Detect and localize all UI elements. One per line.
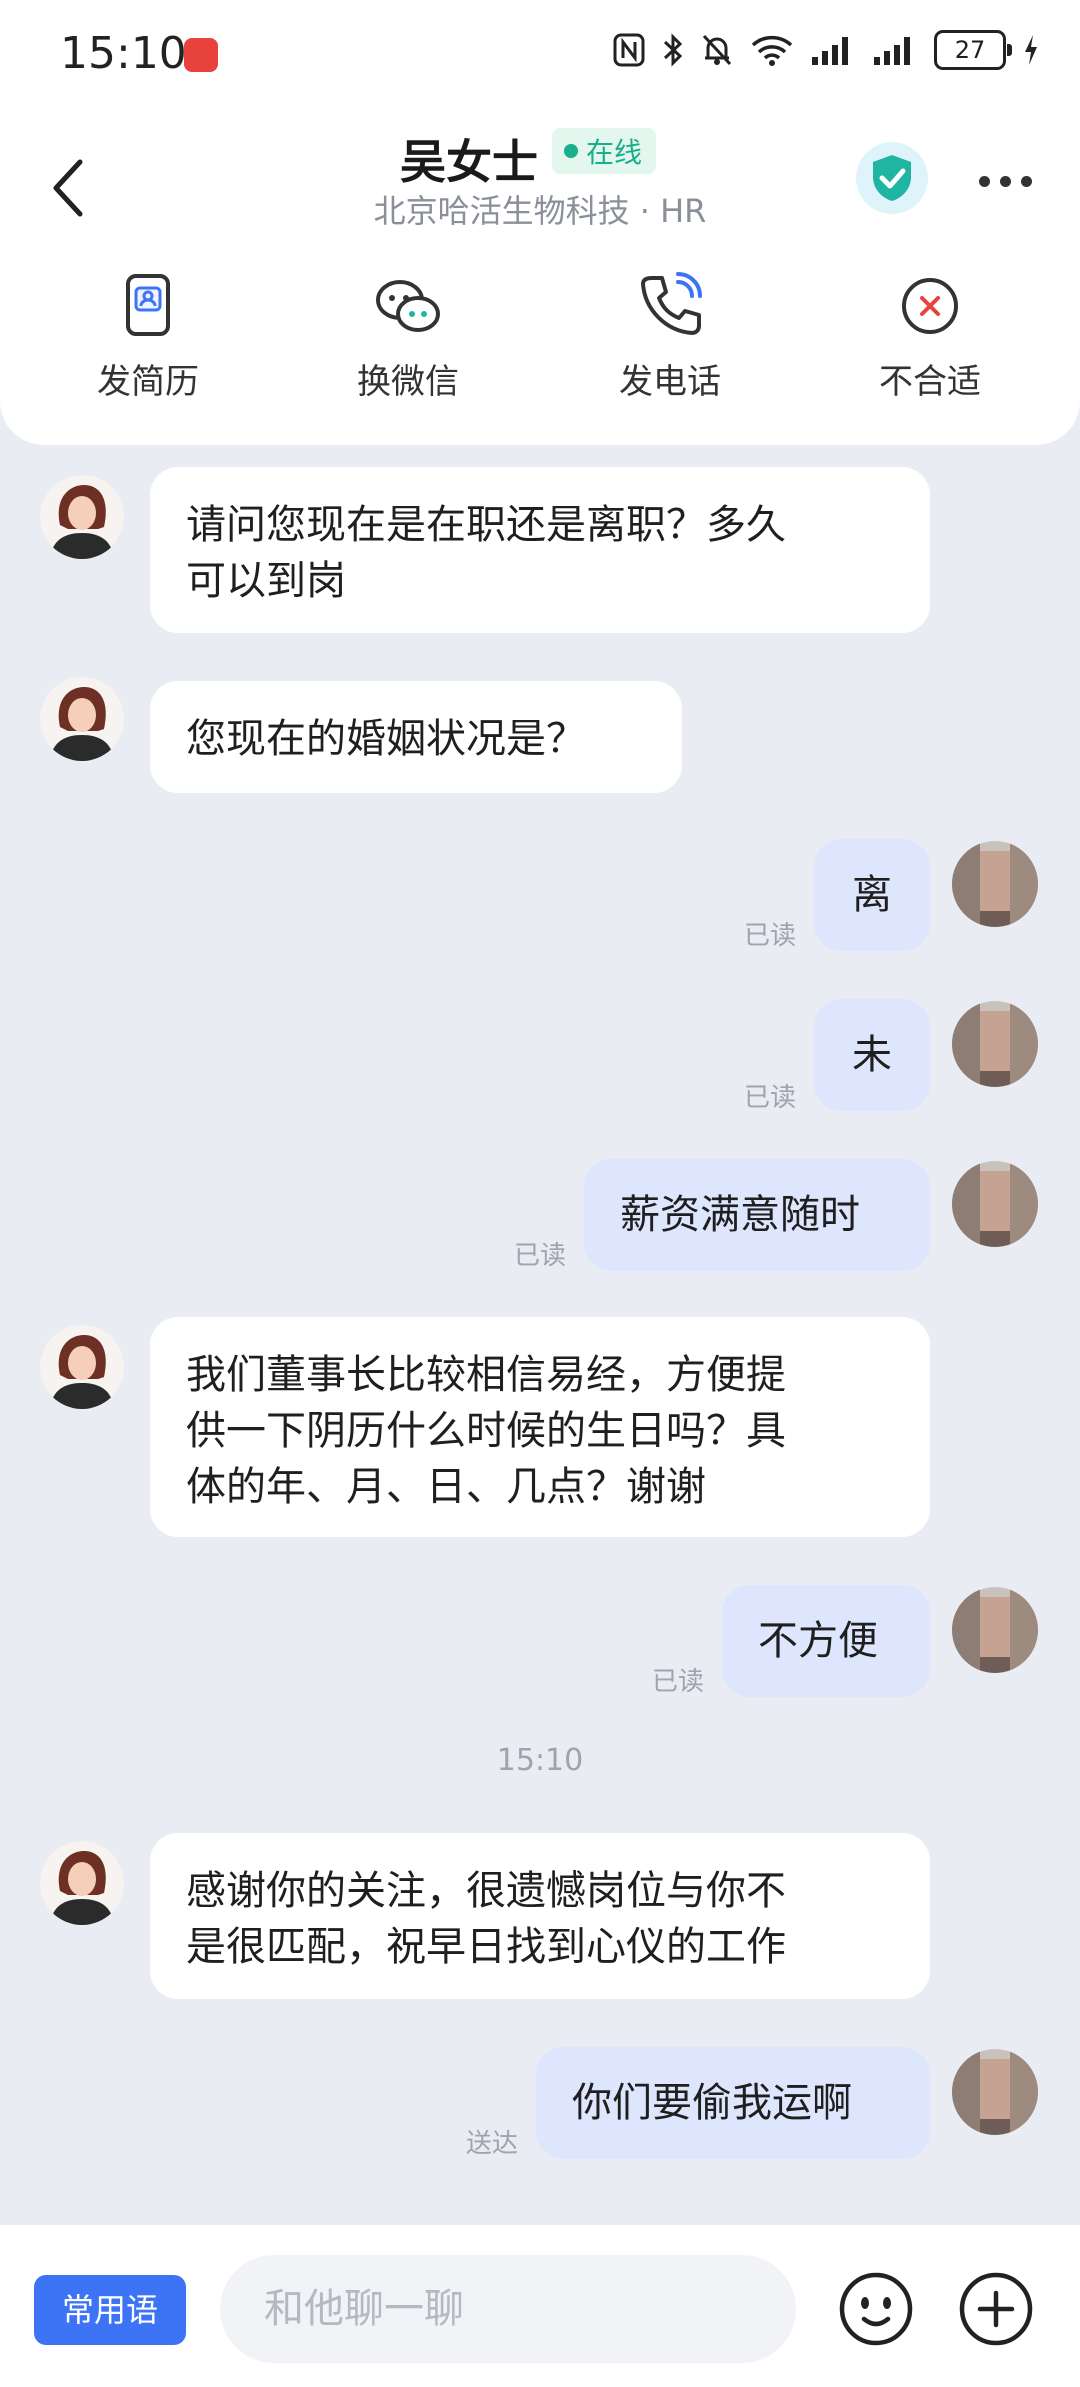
quick-actions: 发简历 换微信 发电话 不合适 <box>0 270 1080 420</box>
hr-message-bubble[interactable]: 我们董事长比较相信易经，方便提 供一下阴历什么时候的生日吗？具 体的年、月、日、… <box>150 1317 930 1537</box>
more-dot <box>999 175 1011 187</box>
hr-avatar[interactable] <box>40 677 124 761</box>
hr-avatar[interactable] <box>40 475 124 559</box>
my-message-bubble[interactable]: 不方便 <box>722 1585 930 1697</box>
wifi-icon <box>751 35 793 66</box>
more-dot <box>1020 175 1032 187</box>
status-time: 15:10 <box>60 28 187 79</box>
message-line: 您现在的婚姻状况是？ <box>186 716 586 762</box>
chat-header: 吴女士 在线 北京哈活生物科技 · HR 发简历 换微信 发电话 不合适 <box>0 100 1080 445</box>
my-message-bubble[interactable]: 你们要偷我运啊 <box>536 2047 930 2159</box>
nfc-icon <box>613 33 645 67</box>
mute-bell-icon <box>702 34 732 66</box>
signal-icon-1 <box>812 37 848 65</box>
phone-icon <box>641 272 702 335</box>
chat-messages: 请问您现在是在职还是离职？多久 可以到岗 您现在的婚姻状况是？ 已读 离 已读 … <box>0 445 1080 2225</box>
delivered-receipt: 送达 <box>466 2129 519 2159</box>
more-dot <box>978 175 990 187</box>
contact-name: 吴女士 <box>400 135 538 189</box>
message-line: 可以到岗 <box>186 558 346 604</box>
pixelated-avatar-icon <box>952 1161 1038 1247</box>
emoji-icon <box>839 2272 913 2346</box>
hr-message-bubble[interactable]: 请问您现在是在职还是离职？多久 可以到岗 <box>150 467 930 633</box>
online-label: 在线 <box>586 136 643 169</box>
signal-icon-2 <box>874 37 910 65</box>
message-line: 请问您现在是在职还是离职？多久 <box>186 502 786 548</box>
message-timestamp: 15:10 <box>496 1743 584 1778</box>
shield-check-icon <box>873 155 911 201</box>
wechat-icon <box>376 280 440 332</box>
send-phone-action[interactable]: 发电话 <box>580 270 760 420</box>
my-avatar[interactable] <box>952 1001 1038 1087</box>
resume-icon <box>126 274 170 336</box>
emoji-button[interactable] <box>836 2269 916 2349</box>
hr-avatar[interactable] <box>40 1841 124 1925</box>
my-message-bubble[interactable]: 薪资满意随时 <box>584 1159 930 1271</box>
my-avatar[interactable] <box>952 2049 1038 2135</box>
message-line: 我们董事长比较相信易经，方便提 <box>186 1352 786 1398</box>
my-message-bubble[interactable]: 未 <box>814 999 930 1111</box>
security-shield-button[interactable] <box>856 142 928 214</box>
pixelated-avatar-icon <box>952 1587 1038 1673</box>
hr-message-bubble[interactable]: 您现在的婚姻状况是？ <box>150 681 682 793</box>
action-label: 发简历 <box>97 362 199 402</box>
message-line: 体的年、月、日、几点？谢谢 <box>186 1464 706 1510</box>
send-resume-action[interactable]: 发简历 <box>58 270 238 420</box>
read-receipt: 已读 <box>514 1241 567 1271</box>
exchange-wechat-action[interactable]: 换微信 <box>318 270 498 420</box>
more-attach-button[interactable] <box>956 2269 1036 2349</box>
woman-avatar-icon <box>40 677 124 761</box>
plus-icon <box>959 2272 1033 2346</box>
charging-icon <box>1025 35 1037 65</box>
message-line: 供一下阴历什么时候的生日吗？具 <box>186 1408 786 1454</box>
pixelated-avatar-icon <box>952 1001 1038 1087</box>
action-label: 不合适 <box>879 362 981 402</box>
my-message-bubble[interactable]: 离 <box>814 839 930 951</box>
common-phrases-button[interactable]: 常用语 <box>34 2275 186 2345</box>
read-receipt: 已读 <box>744 921 797 951</box>
app-notification-icon <box>184 38 218 72</box>
hr-message-bubble[interactable]: 感谢你的关注，很遗憾岗位与你不 是很匹配，祝早日找到心仪的工作 <box>150 1833 930 1999</box>
online-dot-icon <box>564 144 578 158</box>
read-receipt: 已读 <box>744 1083 797 1113</box>
not-suitable-action[interactable]: 不合适 <box>840 270 1020 420</box>
my-avatar[interactable] <box>952 1161 1038 1247</box>
hr-avatar[interactable] <box>40 1325 124 1409</box>
my-avatar[interactable] <box>952 841 1038 927</box>
woman-avatar-icon <box>40 1325 124 1409</box>
pixelated-avatar-icon <box>952 2049 1038 2135</box>
action-label: 发电话 <box>619 362 721 402</box>
close-circle-icon <box>902 278 958 334</box>
my-avatar[interactable] <box>952 1587 1038 1673</box>
message-line: 是很匹配，祝早日找到心仪的工作 <box>186 1924 786 1970</box>
pixelated-avatar-icon <box>952 841 1038 927</box>
woman-avatar-icon <box>40 475 124 559</box>
message-input[interactable] <box>220 2255 796 2363</box>
read-receipt: 已读 <box>652 1667 705 1697</box>
message-line: 感谢你的关注，很遗憾岗位与你不 <box>186 1868 786 1914</box>
action-label: 换微信 <box>357 362 459 402</box>
status-icons: 27 <box>612 30 1040 70</box>
online-status-badge: 在线 <box>552 128 657 174</box>
woman-avatar-icon <box>40 1841 124 1925</box>
message-input-bar: 常用语 <box>0 2225 1080 2387</box>
more-options-button[interactable] <box>970 166 1040 196</box>
battery-indicator: 27 <box>934 30 1012 70</box>
bluetooth-icon <box>663 33 683 67</box>
status-bar: 15:10 27 <box>0 0 1080 100</box>
